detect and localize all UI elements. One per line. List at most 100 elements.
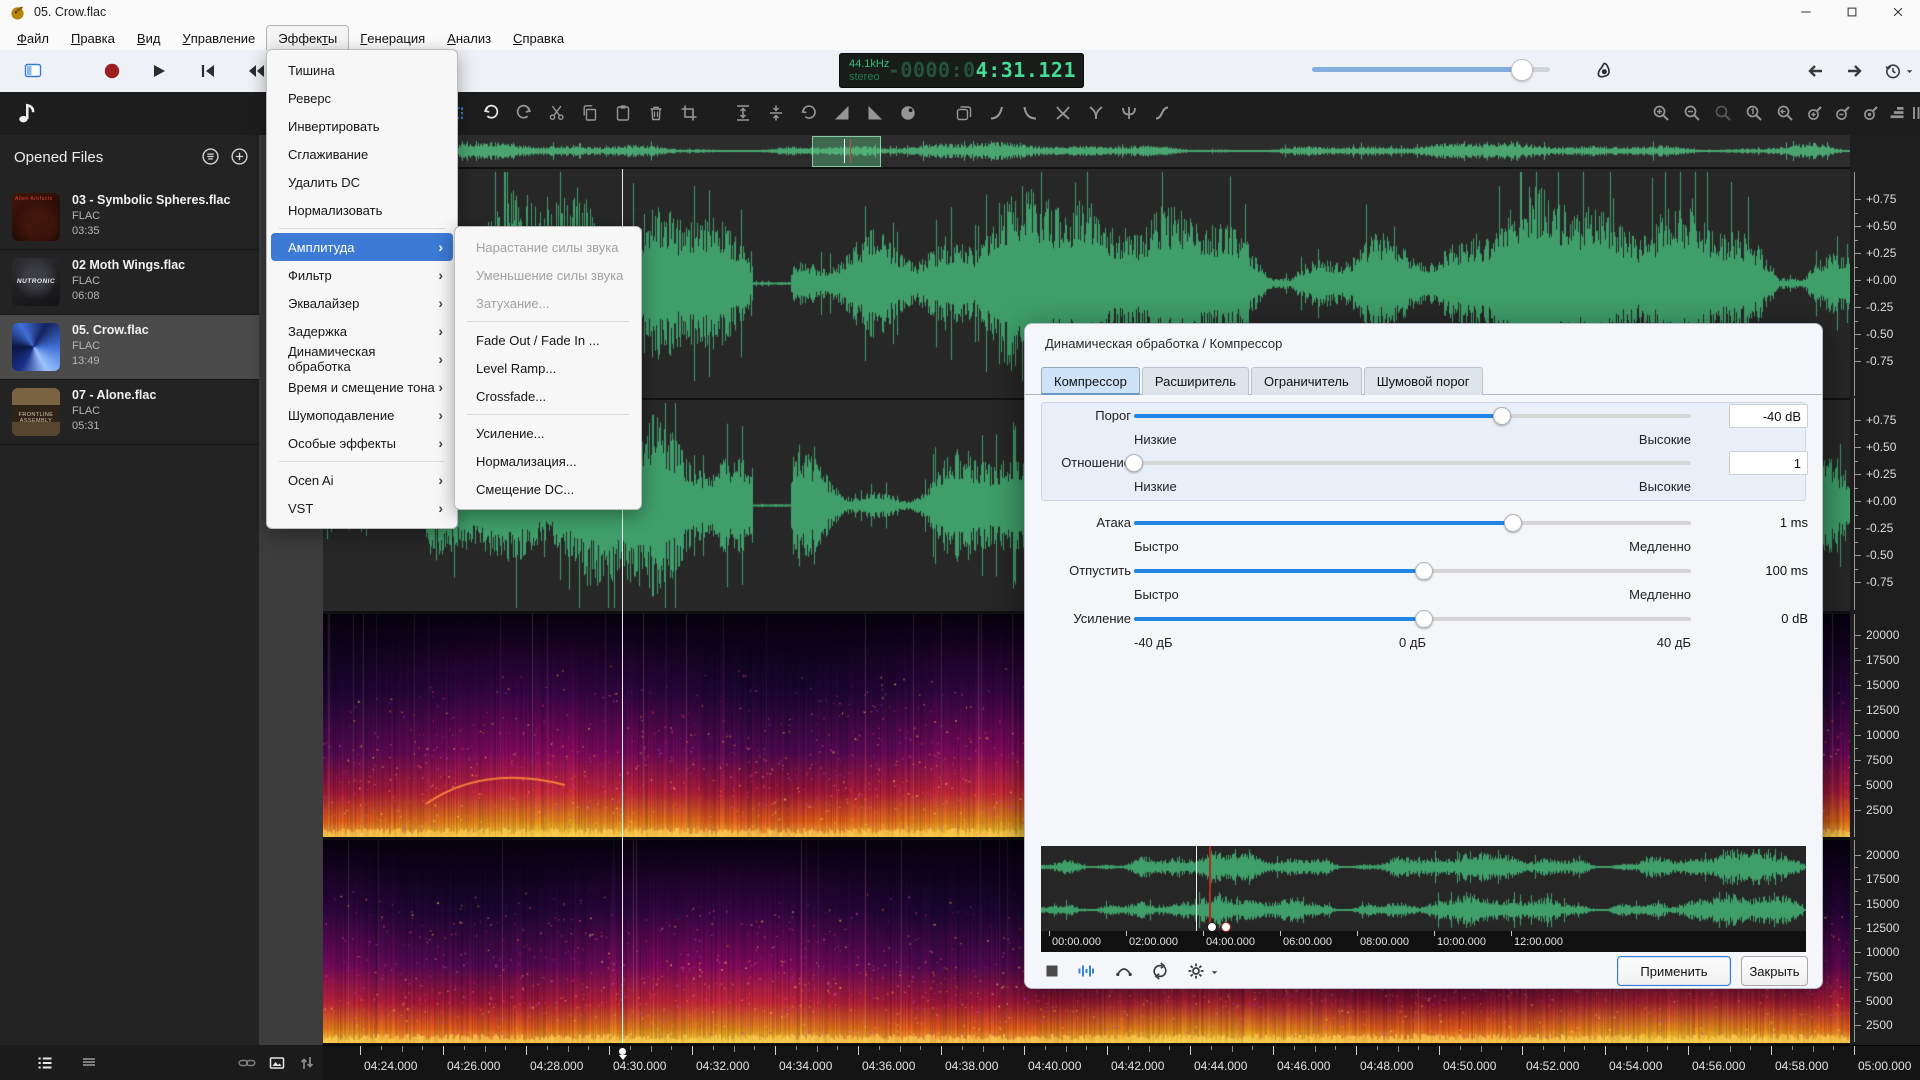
speaker-icon[interactable] <box>1594 61 1614 81</box>
skip-to-start-button[interactable] <box>199 62 217 80</box>
menubar-item-3[interactable]: Управление <box>171 25 266 50</box>
effects-menu-item-12[interactable]: Время и смещение тона› <box>271 373 453 401</box>
zoomback-icon[interactable] <box>1776 104 1794 122</box>
panel-toggle-icon[interactable] <box>24 62 42 80</box>
effects-menu-item-8[interactable]: Фильтр› <box>271 261 453 289</box>
link-icon[interactable] <box>238 1054 256 1072</box>
overview-selection[interactable] <box>812 136 881 167</box>
menubar-item-7[interactable]: Справка <box>502 25 575 50</box>
curvex-icon[interactable] <box>1054 104 1072 122</box>
curvey-icon[interactable] <box>1087 104 1105 122</box>
rotl-icon[interactable] <box>800 104 818 122</box>
amplitude-submenu-item-0[interactable]: Нарастание силы звука <box>459 233 637 261</box>
effects-menu-item-3[interactable]: Сглаживание <box>271 140 453 168</box>
slider-track-3[interactable] <box>1134 569 1691 573</box>
preview-red-pin[interactable] <box>1221 922 1231 932</box>
effects-menu-item-13[interactable]: Шумоподавление› <box>271 401 453 429</box>
menubar-item-6[interactable]: Анализ <box>436 25 502 50</box>
crop-icon[interactable] <box>680 104 698 122</box>
play-button[interactable] <box>150 62 168 80</box>
zoomin-icon[interactable] <box>1652 104 1670 122</box>
slider-thumb-2[interactable] <box>1504 514 1522 532</box>
preview-white-pin[interactable] <box>1207 922 1217 932</box>
gear-dropdown-icon[interactable] <box>1209 967 1220 978</box>
effects-menu-item-14[interactable]: Особые эффекты› <box>271 429 453 457</box>
amplitude-submenu-item-9[interactable]: Нормализация... <box>459 447 637 475</box>
volume-slider-thumb[interactable] <box>1511 59 1533 81</box>
copy-icon[interactable] <box>581 104 599 122</box>
paste-icon[interactable] <box>614 104 632 122</box>
vzoomin-icon[interactable] <box>1806 104 1824 122</box>
amplitude-submenu-item-10[interactable]: Смещение DC... <box>459 475 637 503</box>
cut-icon[interactable] <box>548 104 566 122</box>
undo-icon[interactable] <box>482 104 500 122</box>
effects-menu-item-2[interactable]: Инвертировать <box>271 112 453 140</box>
effects-menu-item-4[interactable]: Удалить DC <box>271 168 453 196</box>
menubar-item-1[interactable]: Правка <box>60 25 126 50</box>
splitv-icon[interactable] <box>767 104 785 122</box>
slider-thumb-0[interactable] <box>1493 407 1511 425</box>
slider-track-1[interactable] <box>1134 461 1691 465</box>
list-icon[interactable] <box>36 1054 54 1072</box>
slider-thumb-1[interactable] <box>1125 454 1143 472</box>
curvel-icon[interactable] <box>1021 104 1039 122</box>
dialog-close-button[interactable]: Закрыть <box>1741 956 1808 986</box>
dialog-preview-waveform[interactable] <box>1041 846 1806 931</box>
fadeout-icon[interactable] <box>866 104 884 122</box>
maximize-button[interactable] <box>1830 0 1874 24</box>
dialog-tab-2[interactable]: Ограничитель <box>1251 367 1362 395</box>
volume-slider[interactable] <box>1312 67 1550 72</box>
nav-back-button[interactable] <box>1806 62 1824 80</box>
amplitude-submenu-item-6[interactable]: Crossfade... <box>459 382 637 410</box>
timeline-ruler[interactable]: 04:24.00004:26.00004:28.00004:30.00004:3… <box>323 1045 1920 1080</box>
file-list-item-2[interactable]: 05. Crow.flacFLAC13:49 <box>0 315 259 380</box>
effects-menu-item-5[interactable]: Нормализовать <box>271 196 453 224</box>
slider-track-4[interactable] <box>1134 617 1691 621</box>
vbars-icon[interactable] <box>1910 104 1920 122</box>
file-list-menu-icon[interactable] <box>201 147 220 166</box>
knob-icon[interactable] <box>899 104 917 122</box>
gear-icon[interactable] <box>1187 962 1205 980</box>
vzoomreset-icon[interactable] <box>1862 104 1880 122</box>
slider-thumb-4[interactable] <box>1415 610 1433 628</box>
fadein-icon[interactable] <box>833 104 851 122</box>
zoomout-icon[interactable] <box>1683 104 1701 122</box>
file-list-item-1[interactable]: NUTRONIC02 Moth Wings.flacFLAC06:08 <box>0 250 259 315</box>
slider-track-0[interactable] <box>1134 414 1691 418</box>
slider-value-1[interactable]: 1 <box>1729 451 1808 475</box>
menubar-item-0[interactable]: Файл <box>6 25 60 50</box>
amplitude-submenu-item-4[interactable]: Fade Out / Fade In ... <box>459 326 637 354</box>
zoomplain-icon[interactable] <box>1714 104 1732 122</box>
bypass-icon[interactable] <box>1115 962 1133 980</box>
effects-menu-item-1[interactable]: Реверс <box>271 84 453 112</box>
history-dropdown-icon[interactable] <box>1904 66 1915 77</box>
menubar-item-4[interactable]: Эффекты <box>266 25 349 50</box>
loop-icon[interactable] <box>1151 962 1169 980</box>
file-list-item-3[interactable]: FRONTLINE ASSEMBLY07 - Alone.flacFLAC05:… <box>0 380 259 445</box>
levels-icon[interactable] <box>1888 104 1906 122</box>
effects-menu-item-7[interactable]: Амплитуда› <box>271 233 453 261</box>
curvesig-icon[interactable] <box>1153 104 1171 122</box>
amplitude-submenu-item-1[interactable]: Уменьшение силы звука <box>459 261 637 289</box>
effects-menu-item-10[interactable]: Задержка› <box>271 317 453 345</box>
close-button[interactable] <box>1876 0 1920 24</box>
slider-track-2[interactable] <box>1134 521 1691 525</box>
dialog-tab-0[interactable]: Компрессор <box>1041 367 1140 395</box>
nav-forward-button[interactable] <box>1846 62 1864 80</box>
image-icon[interactable] <box>268 1054 286 1072</box>
record-button[interactable] <box>103 62 121 80</box>
updown-icon[interactable] <box>298 1054 316 1072</box>
slider-value-0[interactable]: -40 dB <box>1729 404 1808 428</box>
dialog-tab-3[interactable]: Шумовой порог <box>1364 367 1483 395</box>
zoomone-icon[interactable] <box>1745 104 1763 122</box>
lines-icon[interactable] <box>80 1054 98 1072</box>
effects-menu-item-11[interactable]: Динамическая обработка› <box>271 345 453 373</box>
minimize-button[interactable] <box>1784 0 1828 24</box>
preview-ruler[interactable]: 00:00.00002:00.00004:00.00006:00.00008:0… <box>1041 931 1806 952</box>
curvej-icon[interactable] <box>988 104 1006 122</box>
dialog-tab-1[interactable]: Расширитель <box>1142 367 1249 395</box>
stop-icon[interactable] <box>1043 962 1061 980</box>
add-file-icon[interactable] <box>230 147 249 166</box>
curvepsi-icon[interactable] <box>1120 104 1138 122</box>
effects-menu-item-0[interactable]: Тишина <box>271 56 453 84</box>
